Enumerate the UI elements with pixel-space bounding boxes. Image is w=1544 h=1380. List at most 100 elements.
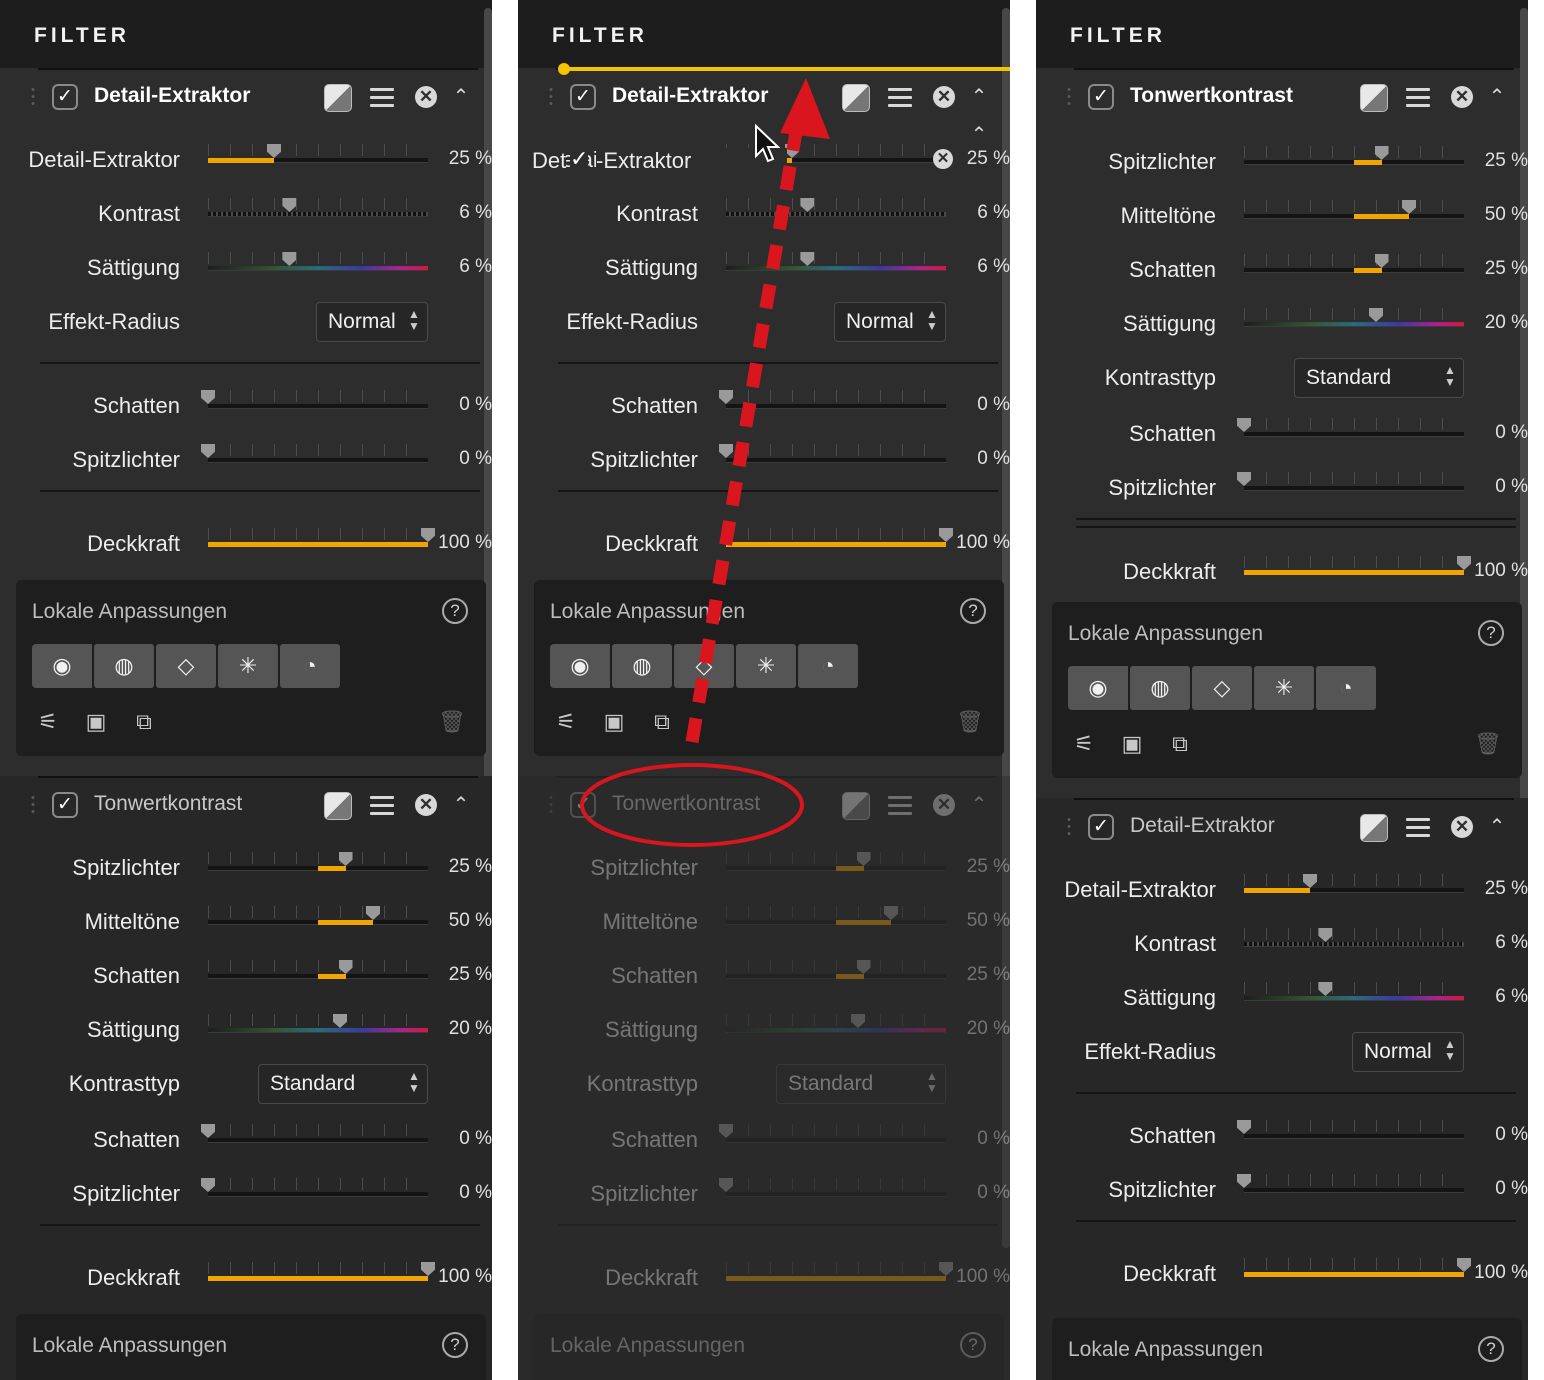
slider-track[interactable] [201, 1178, 428, 1197]
collapse-chevron-icon[interactable]: ⌃ [968, 86, 990, 108]
help-icon[interactable]: ? [1478, 1336, 1504, 1362]
control-point-icon[interactable]: ◉ [1068, 666, 1128, 710]
slider-track[interactable] [726, 252, 946, 271]
slider-track[interactable] [726, 1262, 953, 1281]
lasso-icon[interactable]: ◇ [674, 644, 734, 688]
slider-track[interactable] [201, 1124, 428, 1143]
select-box[interactable]: Standard ▲ ▼ [1294, 358, 1464, 398]
gradient-icon[interactable]: ◔ [280, 644, 340, 688]
slider-track[interactable] [726, 906, 946, 925]
slider-track[interactable] [1237, 1120, 1464, 1139]
duplicate-icon[interactable]: ⧉ [648, 708, 676, 736]
menu-icon[interactable] [370, 88, 394, 108]
drag-handle-icon[interactable] [31, 86, 35, 108]
lasso-icon[interactable]: ◇ [1192, 666, 1252, 710]
selection-point-icon[interactable]: ◍ [612, 644, 672, 688]
collapse-chevron-icon[interactable]: ⌃ [1486, 86, 1508, 108]
drag-handle-icon[interactable] [31, 794, 35, 816]
slider-track[interactable] [719, 1178, 946, 1197]
slider-track[interactable] [1244, 556, 1471, 575]
slider-track[interactable] [208, 960, 428, 979]
mask-icon[interactable] [1360, 84, 1388, 112]
filter-enable-checkbox[interactable]: ✓ [1088, 84, 1114, 110]
help-icon[interactable]: ? [960, 1332, 986, 1358]
drag-handle-icon[interactable] [1067, 816, 1071, 838]
close-filter-icon[interactable]: ✕ [415, 794, 437, 816]
filter-enable-checkbox[interactable]: ✓ [1088, 814, 1114, 840]
collapse-chevron-icon[interactable]: ⌃ [450, 86, 472, 108]
close-filter-icon[interactable]: ✕ [415, 86, 437, 108]
drag-handle-icon[interactable] [1067, 86, 1071, 108]
slider-track[interactable] [719, 390, 946, 409]
slider-track[interactable] [208, 144, 428, 163]
select-box[interactable]: Normal ▲ ▼ [834, 302, 946, 342]
duplicate-icon[interactable]: ⧉ [1166, 730, 1194, 758]
mask-toggle-icon[interactable]: ⚟ [552, 708, 580, 736]
slider-track[interactable] [208, 1014, 428, 1033]
filter-enable-checkbox[interactable]: ✓ [52, 792, 78, 818]
mask-icon[interactable] [1360, 814, 1388, 842]
help-icon[interactable]: ? [1478, 620, 1504, 646]
slider-track[interactable] [1244, 1258, 1471, 1277]
duplicate-icon[interactable]: ⧉ [130, 708, 158, 736]
trash-icon[interactable]: 🗑 [438, 708, 466, 736]
close-filter-icon[interactable]: ✕ [933, 794, 955, 816]
slider-track[interactable] [1244, 308, 1464, 327]
menu-icon[interactable] [888, 88, 912, 108]
slider-track[interactable] [208, 1262, 435, 1281]
select-box[interactable]: Normal ▲ ▼ [316, 302, 428, 342]
slider-track[interactable] [1237, 1174, 1464, 1193]
selection-point-icon[interactable]: ◍ [94, 644, 154, 688]
gradient-icon[interactable]: ◔ [798, 644, 858, 688]
trash-icon[interactable]: 🗑 [1474, 730, 1502, 758]
slider-track[interactable] [726, 1014, 946, 1033]
slider-track[interactable] [208, 528, 435, 547]
slider-track[interactable] [1237, 418, 1464, 437]
filter-enable-checkbox[interactable]: ✓ [52, 84, 78, 110]
slider-track[interactable] [208, 852, 428, 871]
help-icon[interactable]: ? [442, 598, 468, 624]
control-point-icon[interactable]: ◉ [550, 644, 610, 688]
slider-track[interactable] [208, 198, 428, 217]
help-icon[interactable]: ? [960, 598, 986, 624]
mask-icon[interactable] [842, 84, 870, 112]
help-icon[interactable]: ? [442, 1332, 468, 1358]
slider-track[interactable] [1244, 146, 1464, 165]
brush-icon[interactable]: ✳ [218, 644, 278, 688]
slider-track[interactable] [201, 390, 428, 409]
filter-enable-checkbox[interactable]: ✓ [570, 84, 596, 110]
close-filter-icon[interactable]: ✕ [933, 86, 955, 108]
drag-handle-icon[interactable] [549, 86, 553, 108]
invert-mask-icon[interactable]: ▣ [600, 708, 628, 736]
slider-track[interactable] [1237, 472, 1464, 491]
collapse-chevron-icon[interactable]: ⌃ [450, 794, 472, 816]
slider-track[interactable] [1244, 254, 1464, 273]
slider-track[interactable] [1244, 200, 1464, 219]
selection-point-icon[interactable]: ◍ [1130, 666, 1190, 710]
menu-icon[interactable] [1406, 88, 1430, 108]
brush-icon[interactable]: ✳ [736, 644, 796, 688]
invert-mask-icon[interactable]: ▣ [82, 708, 110, 736]
control-point-icon[interactable]: ◉ [32, 644, 92, 688]
slider-track[interactable] [726, 528, 953, 547]
brush-icon[interactable]: ✳ [1254, 666, 1314, 710]
slider-track[interactable] [208, 906, 428, 925]
slider-track[interactable] [726, 960, 946, 979]
filter-enable-checkbox[interactable]: ✓ [570, 792, 596, 818]
select-box[interactable]: Standard ▲ ▼ [258, 1064, 428, 1104]
slider-track[interactable] [1244, 982, 1464, 1001]
invert-mask-icon[interactable]: ▣ [1118, 730, 1146, 758]
mask-icon[interactable] [842, 792, 870, 820]
slider-track[interactable] [1244, 928, 1464, 947]
slider-track[interactable] [726, 198, 946, 217]
slider-track[interactable] [201, 444, 428, 463]
drag-handle-icon[interactable] [549, 794, 553, 816]
lasso-icon[interactable]: ◇ [156, 644, 216, 688]
slider-track[interactable] [1244, 874, 1464, 893]
mask-icon[interactable] [324, 84, 352, 112]
menu-icon[interactable] [888, 796, 912, 816]
collapse-chevron-icon[interactable]: ⌃ [968, 794, 990, 816]
mask-toggle-icon[interactable]: ⚟ [34, 708, 62, 736]
close-filter-icon[interactable]: ✕ [1451, 816, 1473, 838]
slider-track[interactable] [719, 1124, 946, 1143]
